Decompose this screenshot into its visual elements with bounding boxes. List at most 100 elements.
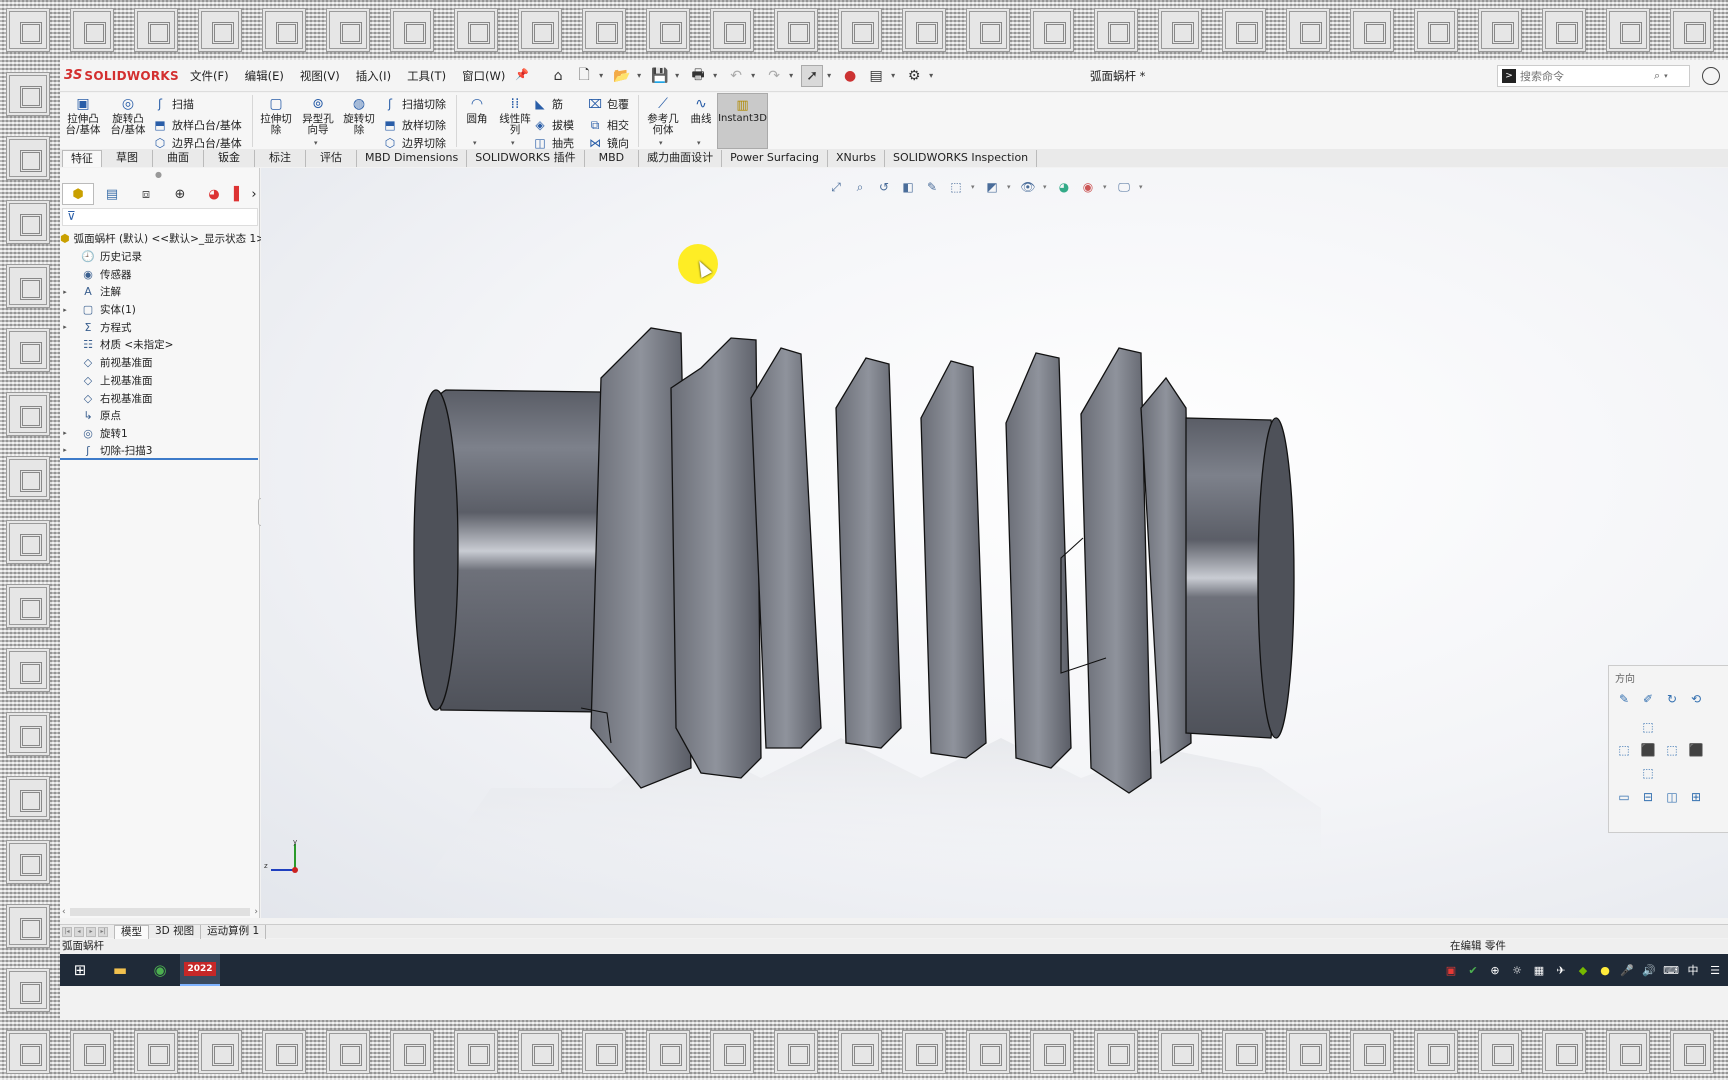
- options-gear-icon[interactable]: ⚙: [903, 65, 925, 87]
- wrap-button[interactable]: ⌧ 包覆: [587, 94, 629, 114]
- save-icon[interactable]: 💾: [649, 65, 671, 87]
- solidworks-logo[interactable]: 3S SOLIDWORKS: [64, 68, 179, 83]
- scroll-right-icon[interactable]: ›: [254, 907, 258, 917]
- extrude-boss-button[interactable]: ▣ 拉伸凸 台/基体: [62, 95, 104, 136]
- fillet-button[interactable]: ◠ 圆角: [456, 95, 498, 125]
- cam-manager-tab-icon[interactable]: ▌: [232, 183, 246, 205]
- chevron-down-icon[interactable]: ▾: [511, 139, 515, 147]
- tab-solidworks-inspection[interactable]: SOLIDWORKS Inspection: [885, 150, 1038, 167]
- tree-item[interactable]: ◇ 前视基准面: [60, 354, 260, 372]
- input-method-indicator[interactable]: 中: [1686, 963, 1700, 977]
- keyboard-icon[interactable]: ⌨: [1663, 963, 1679, 977]
- tree-item[interactable]: ◇ 右视基准面: [60, 389, 260, 407]
- tree-item[interactable]: ◉ 传感器: [60, 265, 260, 283]
- curves-button[interactable]: ∿ 曲线: [680, 95, 722, 125]
- expand-arrow-icon[interactable]: ▸: [60, 288, 70, 296]
- hole-wizard-button[interactable]: ⊚ 异型孔 向导: [297, 95, 339, 136]
- reference-geometry-button[interactable]: ⟋ 参考几 何体: [642, 95, 684, 136]
- tab-sheet-metal[interactable]: 钣金: [204, 150, 255, 167]
- menu-file[interactable]: 文件(F): [182, 68, 237, 84]
- tab-markup[interactable]: 标注: [255, 150, 306, 167]
- shell-button[interactable]: ◫ 抽壳: [532, 136, 574, 150]
- tab-mbd-dimensions[interactable]: MBD Dimensions: [357, 150, 468, 167]
- reset-standard-views-icon[interactable]: ⟲: [1687, 690, 1705, 708]
- tree-item[interactable]: ☷ 材质 <未指定>: [60, 336, 260, 354]
- chevron-down-icon[interactable]: ▾: [599, 71, 607, 80]
- worm-gear-model[interactable]: [261, 168, 1728, 918]
- tab-sketch[interactable]: 草图: [102, 150, 153, 167]
- microphone-icon[interactable]: 🎤: [1620, 963, 1634, 977]
- tray-app-icon[interactable]: ✈: [1554, 963, 1568, 977]
- chevron-down-icon[interactable]: ▾: [314, 139, 318, 147]
- chevron-down-icon[interactable]: ▾: [929, 71, 937, 80]
- boundary-boss-button[interactable]: ⬡ 边界凸台/基体: [152, 136, 242, 150]
- tab-motion-study-1[interactable]: 运动算例 1: [201, 924, 267, 939]
- tab-xnurbs[interactable]: XNurbs: [828, 150, 885, 167]
- four-view-icon[interactable]: ⊞: [1687, 788, 1705, 806]
- open-folder-icon[interactable]: 📂: [611, 65, 633, 87]
- instant3d-button[interactable]: ▥ Instant3D: [717, 93, 768, 149]
- filter-icon[interactable]: ⊽: [62, 208, 258, 226]
- configuration-manager-tab-icon[interactable]: ⧈: [130, 183, 162, 205]
- chevron-down-icon[interactable]: ▾: [637, 71, 645, 80]
- chevron-down-icon[interactable]: ▾: [827, 71, 835, 80]
- tab-power-surfacing[interactable]: Power Surfacing: [722, 150, 828, 167]
- nvidia-icon[interactable]: ◆: [1576, 963, 1590, 977]
- expand-arrow-icon[interactable]: ▸: [60, 446, 70, 454]
- browser-icon[interactable]: ◉: [140, 954, 180, 986]
- tree-root-part[interactable]: ⬢ 弧面蜗杆 (默认) <<默认>_显示状态 1>: [60, 230, 265, 248]
- chevron-down-icon[interactable]: ▾: [891, 71, 899, 80]
- panel-collapse-handle[interactable]: ●: [155, 170, 162, 179]
- tab-features[interactable]: 特征: [62, 150, 102, 167]
- menu-edit[interactable]: 编辑(E): [237, 68, 292, 84]
- loft-boss-button[interactable]: ⬒ 放样凸台/基体: [152, 115, 241, 135]
- new-document-icon[interactable]: 🗋: [573, 65, 595, 87]
- tray-app-icon[interactable]: ☰: [1708, 963, 1722, 977]
- tab-solidworks-addins[interactable]: SOLIDWORKS 插件: [467, 150, 585, 167]
- dimxpert-manager-tab-icon[interactable]: ⊕: [164, 183, 196, 205]
- last-tab-icon[interactable]: ▸|: [98, 926, 108, 937]
- tab-power-surface-design[interactable]: 威力曲面设计: [639, 150, 723, 167]
- tab-model[interactable]: 模型: [114, 924, 149, 939]
- bottom-view-icon[interactable]: ⬚: [1639, 764, 1657, 782]
- draft-button[interactable]: ◈ 拔模: [532, 115, 574, 135]
- back-view-icon[interactable]: ⬛: [1687, 741, 1705, 759]
- tray-app-icon[interactable]: ●: [1598, 963, 1612, 977]
- next-tab-icon[interactable]: ▸: [86, 926, 96, 937]
- security-tray-icon[interactable]: ✔: [1466, 963, 1480, 977]
- tab-evaluate[interactable]: 评估: [306, 150, 357, 167]
- tree-item[interactable]: ▸ ◎ 旋转1: [60, 425, 260, 443]
- file-explorer-icon[interactable]: ▬: [100, 954, 140, 986]
- tray-app-icon[interactable]: ☼: [1510, 963, 1524, 977]
- home-icon[interactable]: ⌂: [547, 65, 569, 87]
- two-view-horizontal-icon[interactable]: ⊟: [1639, 788, 1657, 806]
- chevron-down-icon[interactable]: ▾: [1664, 72, 1668, 80]
- scroll-left-icon[interactable]: ‹: [62, 907, 66, 917]
- tab-mbd[interactable]: MBD: [585, 150, 640, 167]
- rebuild-traffic-light-icon[interactable]: ●: [839, 65, 861, 87]
- redo-icon[interactable]: ↷: [763, 65, 785, 87]
- tree-item[interactable]: ↳ 原点: [60, 407, 260, 425]
- app-tray-icon[interactable]: ▣: [1444, 963, 1458, 977]
- chevron-down-icon[interactable]: ▾: [675, 71, 683, 80]
- scrollbar-track[interactable]: [69, 908, 251, 916]
- feature-manager-tab-icon[interactable]: ⬢: [62, 183, 94, 205]
- chevron-down-icon[interactable]: ▾: [751, 71, 759, 80]
- tab-3d-views[interactable]: 3D 视图: [149, 924, 202, 939]
- tree-item[interactable]: 🕘 历史记录: [60, 248, 260, 266]
- search-icon[interactable]: ⌕: [1654, 69, 1660, 83]
- tree-item[interactable]: ◇ 上视基准面: [60, 372, 260, 390]
- undo-icon[interactable]: ↶: [725, 65, 747, 87]
- property-manager-tab-icon[interactable]: ▤: [96, 183, 128, 205]
- expand-arrow-icon[interactable]: ▸: [60, 306, 70, 314]
- display-manager-tab-icon[interactable]: ◕: [198, 183, 230, 205]
- two-view-vertical-icon[interactable]: ◫: [1663, 788, 1681, 806]
- right-view-icon[interactable]: ⬚: [1663, 741, 1681, 759]
- menu-insert[interactable]: 插入(I): [348, 68, 399, 84]
- user-account-icon[interactable]: [1702, 67, 1720, 85]
- linear-pattern-button[interactable]: ⁞⁞ 线性阵 列: [494, 95, 536, 136]
- left-view-icon[interactable]: ⬚: [1615, 741, 1633, 759]
- chevron-down-icon[interactable]: ▾: [697, 139, 701, 147]
- pin-menu-icon[interactable]: 📌: [515, 68, 529, 84]
- chevron-down-icon[interactable]: ▾: [473, 139, 477, 147]
